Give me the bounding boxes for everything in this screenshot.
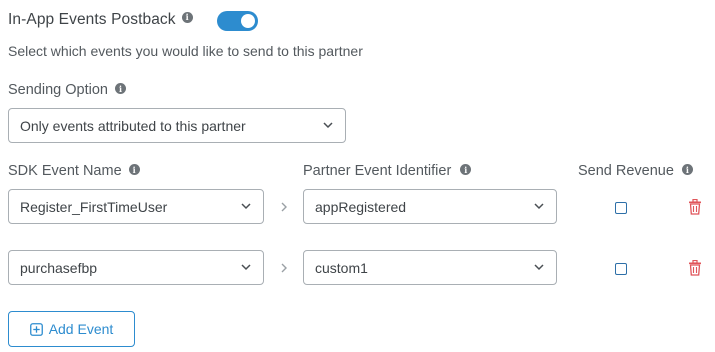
chevron-down-icon [241,203,251,210]
partner-event-value: appRegistered [315,198,407,215]
plus-square-icon [29,322,43,336]
partner-event-select[interactable]: custom1 [303,250,557,285]
info-icon[interactable]: i [460,164,472,175]
toggle-knob [241,14,255,28]
sdk-event-value: purchasefbp [20,259,98,276]
partner-event-value: custom1 [315,259,368,276]
partner-event-column-header: Partner Event Identifier i [303,163,472,179]
page-description: Select which events you would like to se… [8,43,363,59]
chevron-down-icon [323,122,333,129]
trash-icon[interactable] [688,260,702,276]
chevron-down-icon [534,264,544,271]
sdk-event-value: Register_FirstTimeUser [20,198,168,215]
page-title: In-App Events Postback [8,11,176,28]
partner-event-column-label: Partner Event Identifier [303,163,452,179]
trash-icon[interactable] [688,199,702,215]
chevron-down-icon [241,264,251,271]
chevron-right-icon [281,202,287,212]
send-revenue-checkbox[interactable] [615,202,627,214]
sdk-event-column-label: SDK Event Name [8,163,122,179]
info-icon[interactable]: i [681,164,693,175]
sending-option-label: Sending Option [8,82,108,98]
chevron-right-icon [281,263,287,273]
sdk-event-select[interactable]: purchasefbp [8,250,264,285]
add-event-button[interactable]: Add Event [8,311,135,347]
send-revenue-checkbox[interactable] [615,263,627,275]
info-icon[interactable]: i [128,164,140,175]
sending-option-label-row: Sending Option i [8,82,126,98]
partner-event-select[interactable]: appRegistered [303,189,557,224]
chevron-down-icon [534,203,544,210]
postback-toggle[interactable] [217,11,258,31]
sending-option-select[interactable]: Only events attributed to this partner [8,108,346,143]
info-icon[interactable]: i [114,83,126,94]
sdk-event-column-header: SDK Event Name i [8,163,140,179]
info-icon[interactable]: i [181,11,193,23]
send-revenue-column-header: Send Revenue i [578,163,693,179]
add-event-label: Add Event [48,321,114,337]
send-revenue-column-label: Send Revenue [578,163,674,179]
sending-option-value: Only events attributed to this partner [20,117,246,134]
postback-header: In-App Events Postback i [8,9,193,31]
sdk-event-select[interactable]: Register_FirstTimeUser [8,189,264,224]
